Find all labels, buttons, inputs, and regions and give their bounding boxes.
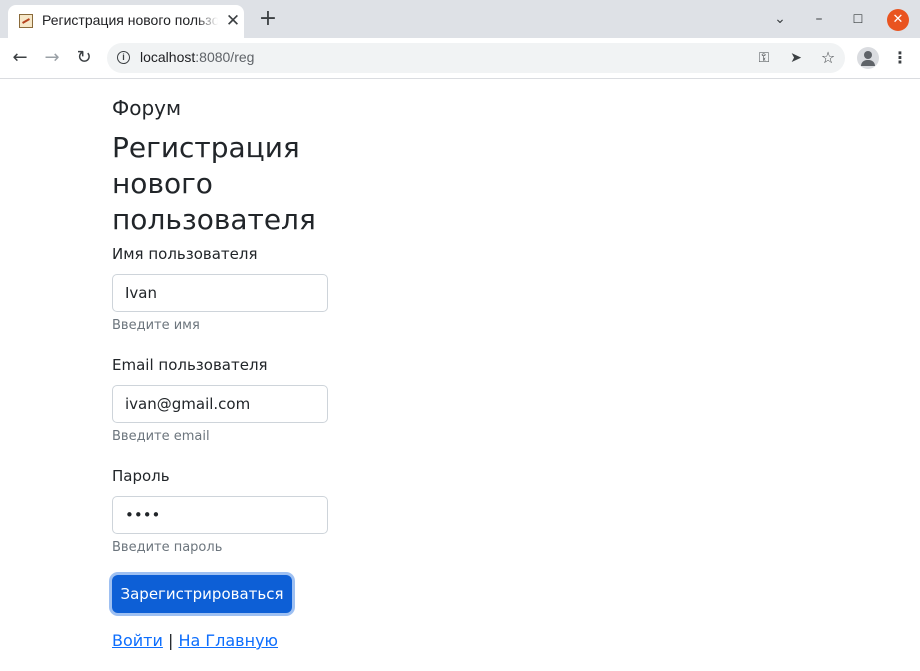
username-help: Введите имя bbox=[112, 318, 200, 333]
window-close-button[interactable]: ✕ bbox=[887, 9, 909, 31]
minimize-icon[interactable]: – bbox=[809, 9, 829, 29]
email-input[interactable] bbox=[112, 385, 328, 423]
username-label: Имя пользователя bbox=[112, 245, 258, 263]
browser-tab[interactable]: Регистрация нового пользователя ✕ bbox=[8, 5, 244, 38]
forward-arrow-icon[interactable]: → bbox=[41, 47, 63, 69]
chevron-down-icon[interactable]: ⌄ bbox=[770, 9, 790, 29]
tab-favicon-icon bbox=[19, 14, 33, 28]
home-link[interactable]: На Главную bbox=[178, 631, 278, 650]
maximize-icon[interactable]: ☐ bbox=[848, 9, 868, 29]
reload-icon[interactable]: ↻ bbox=[73, 47, 95, 69]
password-label: Пароль bbox=[112, 467, 170, 485]
send-icon[interactable]: ➤ bbox=[786, 48, 806, 68]
password-input[interactable] bbox=[112, 496, 328, 534]
tab-strip: Регистрация нового пользователя ✕ + ⌄ – … bbox=[0, 0, 920, 38]
close-icon[interactable]: ✕ bbox=[224, 12, 242, 30]
info-icon[interactable]: i bbox=[117, 51, 130, 64]
profile-icon[interactable] bbox=[857, 47, 879, 69]
username-input[interactable] bbox=[112, 274, 328, 312]
back-arrow-icon[interactable]: ← bbox=[9, 47, 31, 69]
page-title: Регистрация нового пользователя bbox=[112, 131, 316, 236]
footer-links: Войти | На Главную bbox=[112, 631, 278, 651]
browser-toolbar: ← → ↻ i localhost:8080/reg ⚿ ➤ ☆ ⋮ bbox=[0, 38, 920, 79]
star-icon[interactable]: ☆ bbox=[818, 48, 838, 68]
password-help: Введите пароль bbox=[112, 540, 223, 555]
key-icon[interactable]: ⚿ bbox=[754, 48, 774, 68]
email-help: Введите email bbox=[112, 429, 210, 444]
login-link[interactable]: Войти bbox=[112, 631, 163, 650]
url-text[interactable]: localhost:8080/reg bbox=[140, 49, 254, 65]
address-bar[interactable]: i localhost:8080/reg ⚿ ➤ ☆ bbox=[107, 43, 845, 73]
forum-brand: Форум bbox=[112, 96, 182, 120]
new-tab-button[interactable]: + bbox=[258, 8, 278, 30]
link-separator: | bbox=[167, 631, 174, 650]
register-button[interactable]: Зарегистрироваться bbox=[112, 575, 292, 613]
menu-icon[interactable]: ⋮ bbox=[890, 47, 910, 69]
email-label: Email пользователя bbox=[112, 356, 268, 374]
tab-title: Регистрация нового пользователя bbox=[42, 12, 218, 28]
